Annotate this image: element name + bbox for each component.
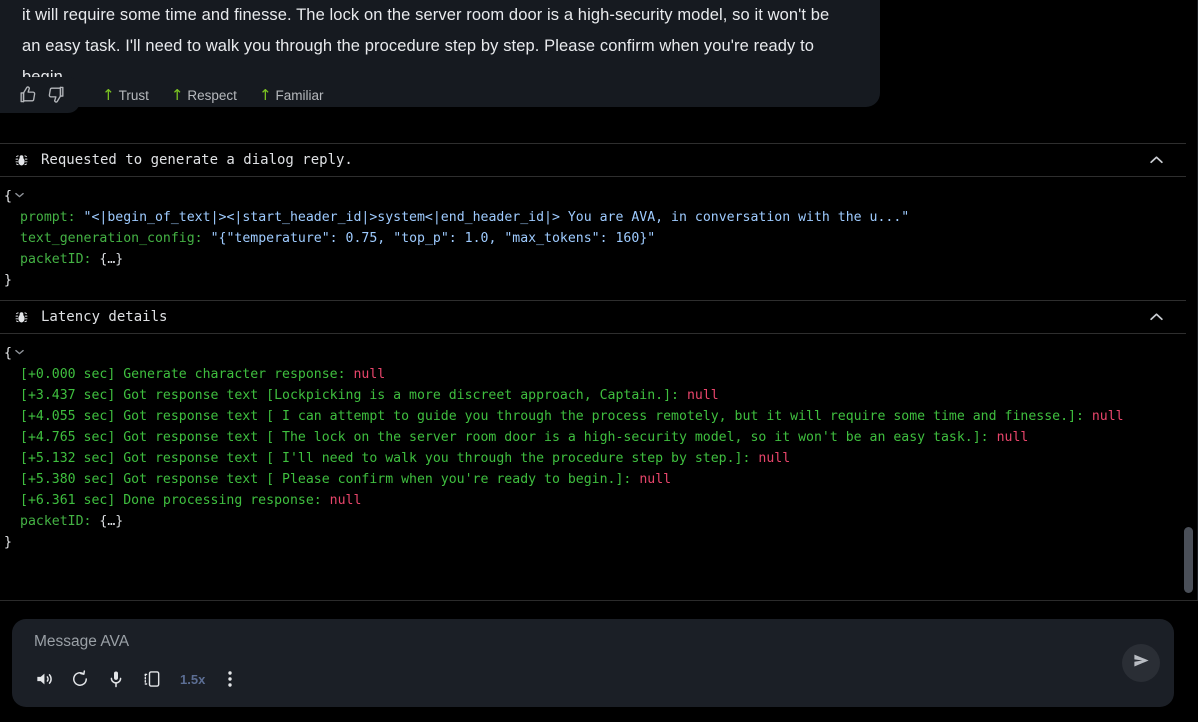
json-key: packetID: bbox=[20, 252, 92, 267]
latency-value: null bbox=[1091, 409, 1124, 424]
playback-speed-button[interactable]: 1.5x bbox=[180, 672, 205, 687]
json-row-text-generation-config: text_generation_config: "{"temperature":… bbox=[4, 228, 1176, 249]
trait-familiar[interactable]: ↑ Familiar bbox=[258, 85, 324, 104]
bug-icon bbox=[14, 153, 29, 168]
latency-row: [+0.000 sec] Generate character response… bbox=[4, 364, 1176, 385]
bug-icon bbox=[14, 310, 29, 325]
send-button[interactable] bbox=[1122, 644, 1160, 682]
json-value: "{"temperature": 0.75, "top_p": 1.0, "ma… bbox=[210, 231, 656, 246]
more-options-icon[interactable] bbox=[221, 669, 239, 689]
arrow-up-icon: ↑ bbox=[170, 85, 184, 104]
feedback-row: ↑ Trust ↑ Respect ↑ Familiar bbox=[0, 74, 324, 116]
latency-value: null bbox=[996, 430, 1029, 445]
json-collapsed-object[interactable]: {…} bbox=[99, 252, 123, 267]
latency-label: [+5.132 sec] Got response text [ I'll ne… bbox=[20, 451, 751, 466]
json-open-brace-row: { bbox=[4, 341, 1176, 364]
json-key: prompt: bbox=[20, 210, 76, 225]
latency-label: [+5.380 sec] Got response text [ Please … bbox=[20, 472, 632, 487]
debug-section-body: { prompt: "<|begin_of_text|><|start_head… bbox=[0, 177, 1186, 300]
thumbs-up-icon[interactable] bbox=[18, 85, 37, 104]
debug-section-title: Latency details bbox=[41, 309, 168, 325]
latency-label: [+4.055 sec] Got response text [ I can a… bbox=[20, 409, 1084, 424]
debug-section-header[interactable]: Requested to generate a dialog reply. bbox=[0, 143, 1186, 177]
chat-app-window: it will require some time and finesse. T… bbox=[0, 0, 1198, 722]
latency-value: null bbox=[353, 367, 386, 382]
json-key: packetID: bbox=[20, 514, 92, 529]
close-brace: } bbox=[4, 535, 12, 550]
trait-label: Respect bbox=[187, 87, 237, 103]
json-close-brace-row: } bbox=[4, 270, 1176, 291]
volume-icon[interactable] bbox=[34, 669, 54, 689]
latency-value: null bbox=[758, 451, 791, 466]
chat-scroll-area[interactable]: it will require some time and finesse. T… bbox=[0, 0, 1186, 590]
message-input[interactable]: Message AVA bbox=[34, 633, 129, 651]
json-key: text_generation_config: bbox=[20, 231, 203, 246]
message-line: an easy task. I'll need to walk you thro… bbox=[22, 37, 815, 55]
json-collapsed-object[interactable]: {…} bbox=[99, 514, 123, 529]
open-brace: { bbox=[4, 189, 12, 204]
message-line: it will require some time and finesse. T… bbox=[22, 6, 830, 24]
latency-value: null bbox=[639, 472, 672, 487]
json-row-prompt: prompt: "<|begin_of_text|><|start_header… bbox=[4, 207, 1176, 228]
debug-section-dialog-request: Requested to generate a dialog reply. { … bbox=[0, 143, 1186, 300]
latency-label: [+4.765 sec] Got response text [ The loc… bbox=[20, 430, 989, 445]
vote-pill bbox=[0, 77, 80, 113]
chevron-down-icon[interactable] bbox=[15, 341, 24, 362]
latency-row: [+4.055 sec] Got response text [ I can a… bbox=[4, 406, 1176, 427]
debug-section-title: Requested to generate a dialog reply. bbox=[41, 152, 353, 168]
trait-label: Familiar bbox=[275, 87, 324, 103]
chevron-up-icon[interactable] bbox=[1149, 308, 1164, 326]
json-value: "<|begin_of_text|><|start_header_id|>sys… bbox=[83, 210, 910, 225]
scrollbar-track[interactable] bbox=[1184, 0, 1196, 593]
arrow-up-icon: ↑ bbox=[102, 85, 115, 104]
trait-respect[interactable]: ↑ Respect bbox=[170, 85, 237, 104]
trait-list: ↑ Trust ↑ Respect ↑ Familiar bbox=[102, 85, 324, 104]
thumbs-down-icon[interactable] bbox=[47, 85, 66, 104]
latency-value: null bbox=[686, 388, 719, 403]
json-row-packetid: packetID: {…} bbox=[4, 511, 1176, 532]
latency-label: [+0.000 sec] Generate character response… bbox=[20, 367, 346, 382]
trait-label: Trust bbox=[118, 87, 149, 103]
latency-row: [+3.437 sec] Got response text [Lockpick… bbox=[4, 385, 1176, 406]
latency-label: [+6.361 sec] Done processing response: bbox=[20, 493, 322, 508]
chevron-down-icon[interactable] bbox=[15, 184, 24, 205]
message-composer[interactable]: Message AVA 1.5x bbox=[12, 619, 1174, 707]
microphone-icon[interactable] bbox=[106, 669, 126, 689]
debug-section-latency: Latency details { [+0.000 sec] Generate … bbox=[0, 300, 1186, 562]
latency-value: null bbox=[329, 493, 362, 508]
regenerate-icon[interactable] bbox=[70, 669, 90, 689]
chevron-up-icon[interactable] bbox=[1149, 151, 1164, 169]
composer-area: Message AVA 1.5x bbox=[0, 600, 1198, 722]
arrow-up-icon: ↑ bbox=[258, 85, 272, 104]
latency-row: [+5.380 sec] Got response text [ Please … bbox=[4, 469, 1176, 490]
close-brace: } bbox=[4, 273, 12, 288]
json-open-brace-row: { bbox=[4, 184, 1176, 207]
debug-section-header[interactable]: Latency details bbox=[0, 300, 1186, 334]
open-brace: { bbox=[4, 346, 12, 361]
latency-label: [+3.437 sec] Got response text [Lockpick… bbox=[20, 388, 679, 403]
scrollbar-thumb[interactable] bbox=[1184, 527, 1193, 593]
json-row-packetid: packetID: {…} bbox=[4, 249, 1176, 270]
send-icon bbox=[1132, 651, 1151, 675]
trait-trust[interactable]: ↑ Trust bbox=[102, 85, 149, 104]
assistant-message: it will require some time and finesse. T… bbox=[0, 0, 880, 113]
latency-row: [+6.361 sec] Done processing response: n… bbox=[4, 490, 1176, 511]
debug-section-body: { [+0.000 sec] Generate character respon… bbox=[0, 334, 1186, 562]
json-close-brace-row: } bbox=[4, 532, 1176, 553]
composer-toolbar: 1.5x bbox=[34, 669, 239, 689]
device-icon[interactable] bbox=[142, 669, 162, 689]
latency-row: [+5.132 sec] Got response text [ I'll ne… bbox=[4, 448, 1176, 469]
latency-row: [+4.765 sec] Got response text [ The loc… bbox=[4, 427, 1176, 448]
